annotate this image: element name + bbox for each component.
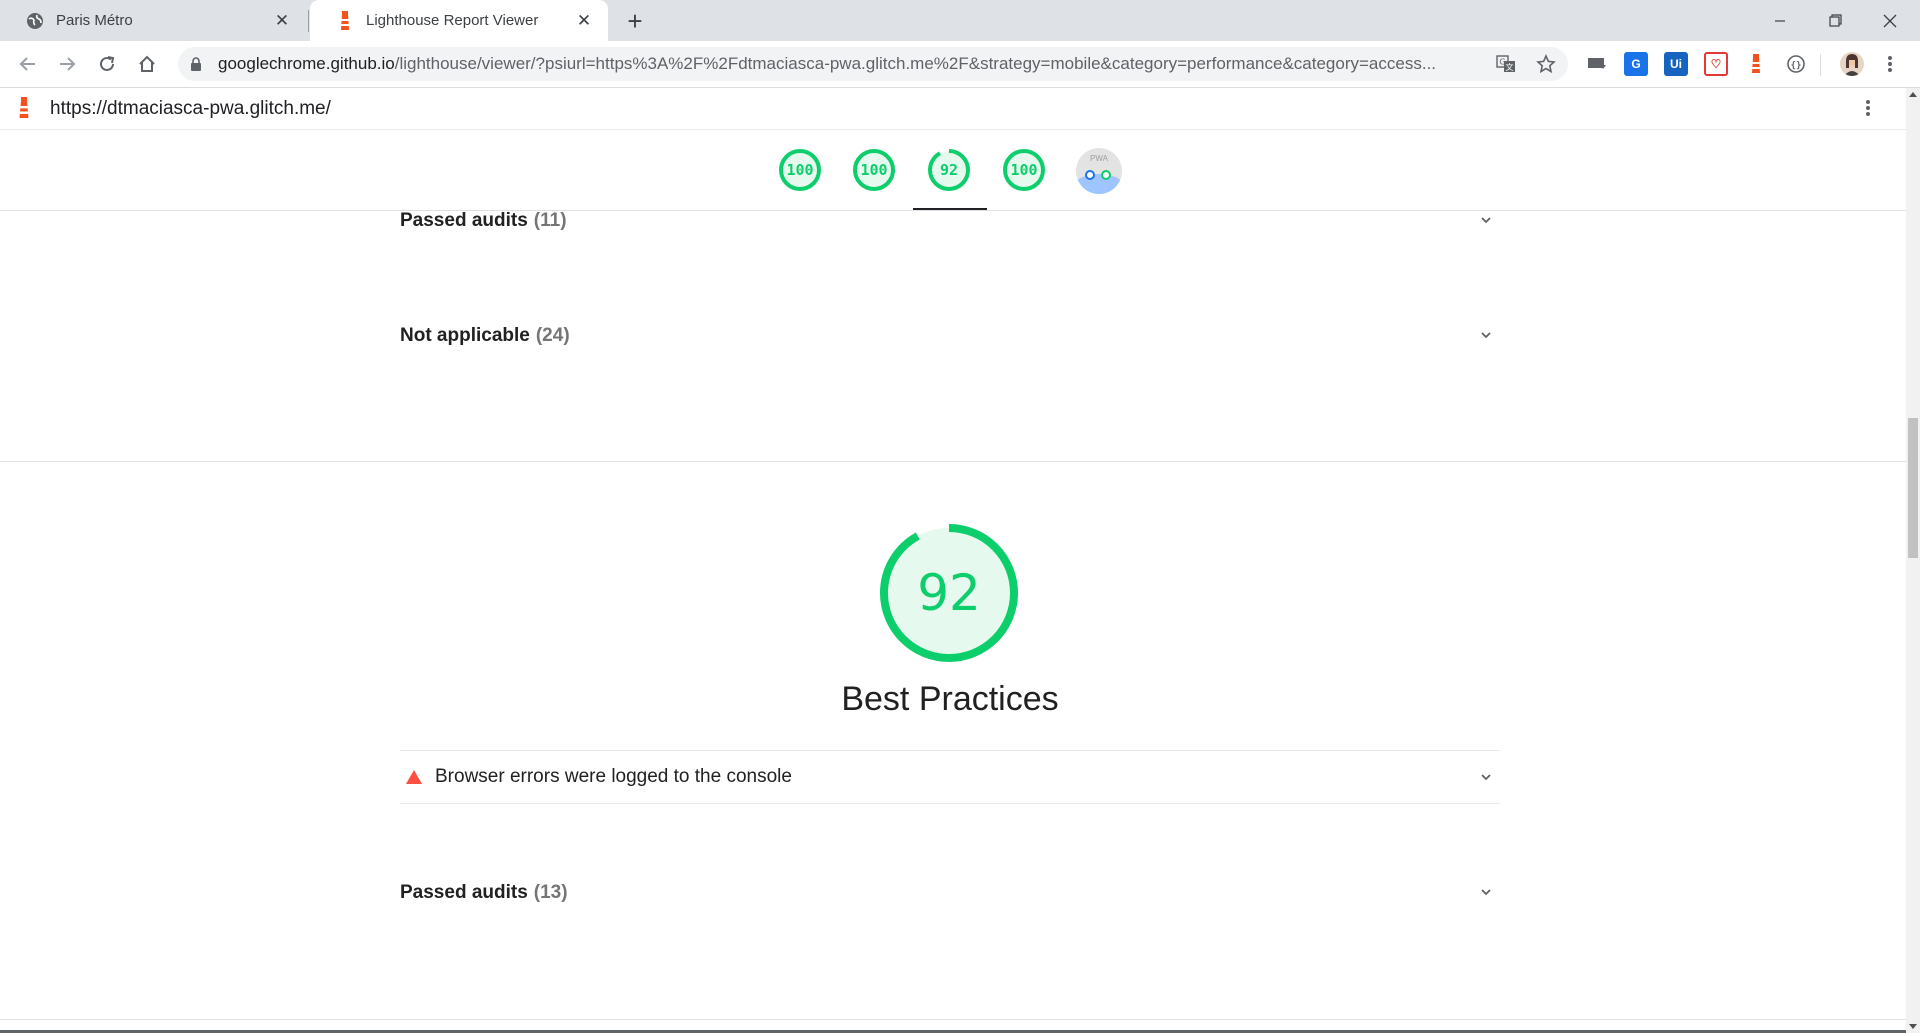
avatar[interactable]: [1840, 52, 1864, 76]
dev-tools-extension-icon[interactable]: {}: [1784, 52, 1808, 76]
minimize-button[interactable]: [1750, 0, 1810, 41]
lighthouse-extension-icon[interactable]: [1744, 52, 1768, 76]
sticky-score-header: 100 100 92 100 PWA: [0, 130, 1906, 211]
score-gauge-best-practices[interactable]: 92: [927, 148, 971, 192]
section-bottom-border: [0, 1019, 1906, 1020]
fail-triangle-icon: [406, 770, 422, 784]
tab-paris-metro[interactable]: Paris Métro ✕: [0, 0, 306, 41]
group-title: Passed audits: [400, 210, 528, 231]
lock-icon: [191, 57, 201, 71]
audit-row[interactable]: Browser errors were logged to the consol…: [400, 750, 1500, 804]
reload-button[interactable]: [93, 50, 121, 78]
category-title: Best Practices: [841, 680, 1059, 718]
chevron-down-icon[interactable]: [1480, 886, 1492, 898]
bookmark-star-icon[interactable]: [1534, 52, 1558, 76]
svg-text:G: G: [1499, 58, 1505, 67]
passed-audits-group[interactable]: Passed audits (13): [400, 877, 1500, 909]
restore-button[interactable]: [1805, 0, 1865, 41]
pwa-badge-label: PWA: [1090, 154, 1108, 163]
tab-lighthouse-viewer[interactable]: Lighthouse Report Viewer ✕: [310, 0, 608, 41]
score-gauge-seo[interactable]: 100: [1002, 148, 1046, 192]
browser-toolbar: googlechrome.github.io/lighthouse/viewer…: [0, 41, 1920, 88]
pwa-badge-dot: [1085, 170, 1095, 180]
back-button[interactable]: [14, 50, 42, 78]
chevron-down-icon[interactable]: [1480, 771, 1492, 783]
lighthouse-logo-icon: [19, 97, 29, 118]
scroll-down-arrow-icon[interactable]: [1909, 1024, 1917, 1029]
report-topbar: https://dtmaciasca-pwa.glitch.me/: [0, 88, 1906, 130]
score-gauge-accessibility[interactable]: 100: [852, 148, 896, 192]
group-count: (24): [535, 325, 570, 346]
pwa-badge-dot: [1101, 170, 1111, 180]
svg-text:{}: {}: [1791, 61, 1802, 71]
chrome-menu-icon[interactable]: [1880, 50, 1900, 78]
close-window-button[interactable]: [1860, 0, 1920, 41]
tab-title: Paris Métro: [56, 12, 133, 29]
passed-audits-group[interactable]: Passed audits (11): [400, 205, 1500, 237]
report-url[interactable]: https://dtmaciasca-pwa.glitch.me/: [50, 88, 331, 129]
tab-title: Lighthouse Report Viewer: [366, 12, 539, 29]
chevron-down-icon[interactable]: [1480, 214, 1492, 226]
translate-icon[interactable]: 文G: [1494, 52, 1518, 76]
group-title: Not applicable: [400, 325, 530, 346]
tab-strip: Paris Métro ✕ Lighthouse Report Viewer ✕…: [0, 0, 1920, 41]
report-menu-icon[interactable]: [1862, 96, 1874, 120]
not-applicable-group[interactable]: Not applicable (24): [400, 320, 1500, 352]
pwa-badge-wave: [1076, 174, 1122, 194]
page-scrollbar[interactable]: [1906, 88, 1920, 1033]
group-title: Passed audits: [400, 882, 528, 903]
score-gauge-performance[interactable]: 100: [778, 148, 822, 192]
uipath-extension-icon[interactable]: Ui: [1664, 52, 1688, 76]
url-host: googlechrome.github.io: [218, 54, 395, 73]
category-divider: [0, 461, 1906, 462]
cast-icon[interactable]: [1585, 52, 1609, 76]
home-button[interactable]: [133, 50, 161, 78]
best-practices-score-gauge: 92: [876, 520, 1022, 666]
chevron-down-icon[interactable]: [1480, 329, 1492, 341]
address-bar[interactable]: googlechrome.github.io/lighthouse/viewer…: [178, 47, 1568, 81]
url-path: /lighthouse/viewer/?psiurl=https%3A%2F%2…: [394, 54, 1437, 73]
gauge-score: 100: [1010, 161, 1038, 179]
gauge-score: 100: [860, 161, 888, 179]
toolbar-divider: [1820, 54, 1821, 76]
group-count: (13): [533, 882, 568, 903]
svg-text:文: 文: [1506, 62, 1514, 72]
gauge-score: 92: [939, 161, 959, 179]
tab-separator: [308, 10, 309, 32]
audit-title: Browser errors were logged to the consol…: [435, 766, 792, 787]
pocket-extension-icon[interactable]: ♡: [1704, 52, 1728, 76]
close-tab-icon[interactable]: ✕: [572, 9, 596, 33]
globe-icon: [26, 12, 44, 30]
category-score: 92: [917, 564, 981, 622]
scroll-thumb[interactable]: [1908, 418, 1918, 558]
new-tab-button[interactable]: +: [622, 6, 648, 36]
scroll-up-arrow-icon[interactable]: [1909, 92, 1917, 97]
google-translate-extension-icon[interactable]: G: [1624, 52, 1648, 76]
lighthouse-icon: [336, 10, 354, 30]
pwa-badge-icon[interactable]: PWA: [1076, 148, 1122, 194]
url-text: googlechrome.github.io/lighthouse/viewer…: [218, 47, 1436, 81]
gauge-score: 100: [786, 161, 814, 179]
group-count: (11): [533, 210, 567, 231]
forward-button[interactable]: [53, 50, 81, 78]
close-tab-icon[interactable]: ✕: [270, 9, 294, 33]
